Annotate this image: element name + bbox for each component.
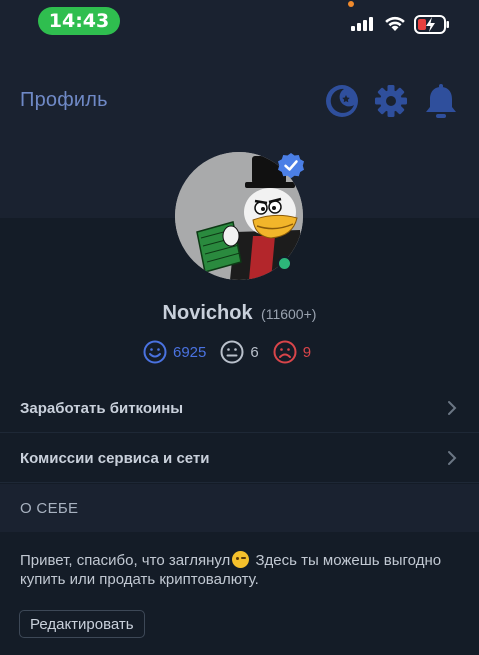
moon-icon[interactable]	[324, 82, 360, 120]
gear-icon[interactable]	[373, 82, 409, 120]
battery-charging-icon	[414, 15, 449, 34]
menu-item-label: Заработать биткоины	[20, 399, 184, 417]
menu-item-label: Комиссии сервиса и сети	[20, 449, 210, 467]
edit-button[interactable]: Редактировать	[19, 610, 145, 638]
negative-reviews[interactable]: 9	[273, 340, 311, 364]
sad-face-icon	[273, 340, 297, 364]
profile-avatar[interactable]	[175, 152, 304, 280]
status-bar: 14:43	[0, 0, 479, 44]
wifi-icon	[385, 16, 405, 31]
status-time: 14:43	[38, 7, 120, 35]
neutral-count: 6	[250, 343, 259, 361]
neutral-face-icon	[220, 340, 244, 364]
earn-bitcoin-row[interactable]: Заработать биткоины	[0, 384, 479, 433]
page-title: Профиль	[20, 89, 108, 111]
chevron-right-icon	[448, 451, 457, 465]
verified-badge-icon	[278, 153, 304, 179]
smile-icon	[143, 340, 167, 364]
about-section-header: О СЕБЕ	[0, 484, 479, 532]
privacy-indicator	[348, 1, 354, 7]
online-status-dot	[277, 256, 292, 271]
review-stats: 6925 6 9	[143, 340, 325, 364]
positive-count: 6925	[173, 343, 207, 361]
negative-count: 9	[302, 343, 312, 361]
bell-icon[interactable]	[423, 82, 459, 120]
about-text-start: Привет, спасибо, что заглянул	[20, 552, 231, 569]
positive-reviews[interactable]: 6925	[143, 340, 206, 364]
chevron-right-icon	[448, 401, 457, 415]
service-fees-row[interactable]: Комиссии сервиса и сети	[0, 434, 479, 483]
winking-face-emoji	[232, 551, 250, 568]
neutral-reviews[interactable]: 6	[220, 340, 259, 364]
user-rating: (11600+)	[261, 306, 317, 322]
about-text: Привет, спасибо, что заглянул Здесь ты м…	[20, 551, 460, 589]
cellular-signal-icon	[351, 17, 373, 31]
username: Novichok	[162, 302, 253, 324]
username-row: Novichok (11600+)	[0, 302, 479, 325]
